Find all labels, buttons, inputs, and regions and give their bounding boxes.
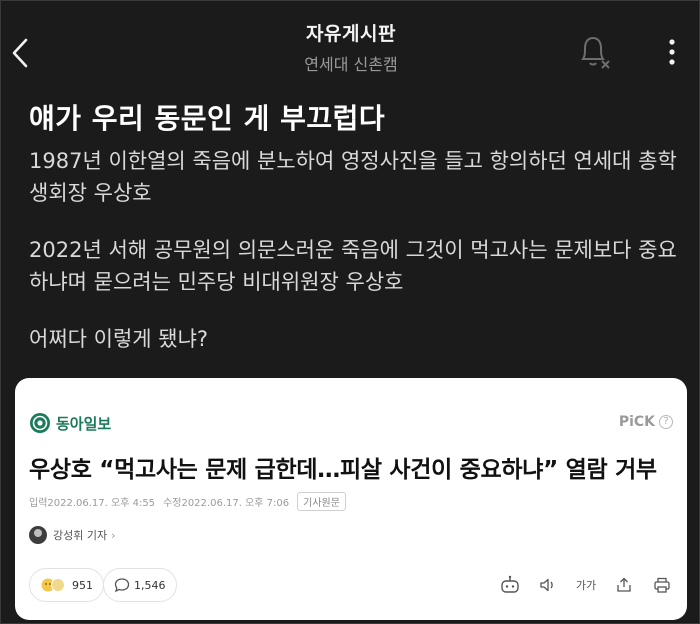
edit-time: 수정2022.06.17. 오후 7:06 bbox=[163, 498, 290, 509]
article-headline[interactable]: 우상호 “먹고사는 문제 급한데…피살 사건이 중요하냐” 열람 거부 bbox=[29, 450, 677, 484]
reaction-count: 951 bbox=[72, 578, 93, 592]
reporter-link[interactable]: 강성휘 기자 › bbox=[29, 526, 116, 544]
bell-off-icon[interactable] bbox=[575, 31, 611, 71]
comment-button[interactable]: 1,546 bbox=[103, 568, 177, 602]
reporter-name: 강성휘 기자 bbox=[53, 529, 108, 542]
top-bar: 자유게시판 연세대 신촌캠 bbox=[1, 1, 700, 85]
share-button[interactable] bbox=[611, 574, 637, 596]
chevron-right-icon: › bbox=[111, 528, 116, 542]
help-icon[interactable]: ? bbox=[659, 415, 673, 429]
audio-icon bbox=[540, 578, 553, 592]
share-icon bbox=[617, 577, 631, 592]
summary-bot-button[interactable] bbox=[497, 574, 523, 596]
post-body: 1987년 이한열의 죽음에 분노하여 영정사진을 들고 항의하던 연세대 총학… bbox=[29, 145, 689, 380]
post-paragraph: 어쩌다 이렇게 됐냐? bbox=[29, 327, 209, 351]
comment-icon bbox=[114, 578, 130, 593]
more-vertical-icon[interactable] bbox=[661, 35, 683, 69]
donga-logo-icon bbox=[30, 413, 50, 433]
post-title: 얘가 우리 동문인 게 부끄럽다 bbox=[29, 102, 386, 135]
post-paragraph: 1987년 이한열의 죽음에 분노하여 영정사진을 들고 항의하던 연세대 총학… bbox=[29, 149, 677, 205]
input-time: 입력2022.06.17. 오후 4:55 bbox=[29, 498, 156, 509]
reaction-icon bbox=[41, 578, 65, 592]
audio-button[interactable] bbox=[535, 574, 561, 596]
summary-bot-icon bbox=[501, 575, 519, 593]
screen: 자유게시판 연세대 신촌캠 얘가 우리 동문인 게 부끄럽다 1987년 이한열… bbox=[0, 0, 700, 624]
post-paragraph: 2022년 서해 공무원의 의문스러운 죽음에 그것이 먹고사는 문제보다 중요… bbox=[29, 238, 677, 294]
pick-label[interactable]: PiCK ? bbox=[619, 414, 673, 430]
print-button[interactable] bbox=[649, 574, 675, 596]
article-meta: 입력2022.06.17. 오후 4:55 수정2022.06.17. 오후 7… bbox=[29, 492, 354, 511]
avatar bbox=[29, 526, 47, 544]
original-article-link[interactable]: 기사원문 bbox=[297, 492, 346, 511]
article-card[interactable]: 동아일보 PiCK ? 우상호 “먹고사는 문제 급한데…피살 사건이 중요하냐… bbox=[15, 378, 687, 620]
font-size-icon: 가가 bbox=[575, 579, 597, 592]
comment-count: 1,546 bbox=[134, 578, 166, 592]
reaction-button[interactable]: 951 bbox=[29, 568, 104, 602]
publisher: 동아일보 bbox=[29, 412, 111, 434]
font-size-button[interactable]: 가가 bbox=[573, 574, 599, 596]
print-icon bbox=[654, 577, 670, 593]
article-toolbar: 가가 bbox=[485, 574, 675, 596]
publisher-name: 동아일보 bbox=[56, 414, 112, 433]
pick-text: PiCK bbox=[618, 414, 655, 430]
